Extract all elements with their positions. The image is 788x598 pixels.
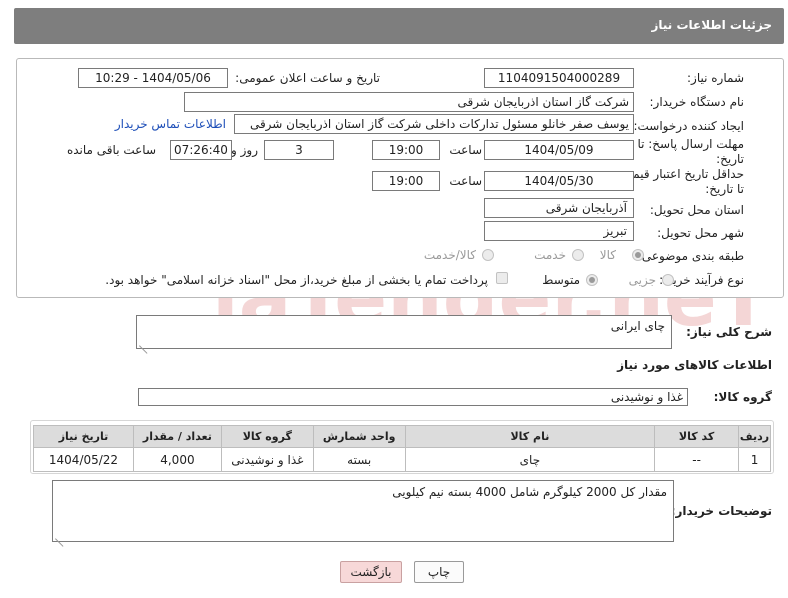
page-header: جزئیات اطلاعات نیاز — [14, 8, 784, 44]
back-button[interactable]: بازگشت — [340, 561, 402, 583]
table-header-row: ردیف کد کالا نام کالا واحد شمارش گروه کا… — [33, 425, 771, 448]
col-header-unit: واحد شمارش — [312, 425, 406, 448]
category-radio-goods-service[interactable] — [482, 249, 494, 261]
page-title: جزئیات اطلاعات نیاز — [651, 18, 772, 32]
announce-datetime-field[interactable]: 1404/05/06 - 10:29 — [78, 68, 228, 88]
category-option-service: خدمت — [534, 248, 566, 262]
cell-item-group: غذا و نوشیدنی — [220, 447, 314, 472]
goods-group-label: گروه کالا: — [713, 390, 772, 404]
col-header-need-date: تاریخ نیاز — [33, 425, 134, 448]
cell-row-number: 1 — [738, 447, 771, 472]
col-header-item-code: کد کالا — [654, 425, 740, 448]
buyer-org-field[interactable]: شرکت گاز استان اذربایجان شرقی — [184, 92, 634, 112]
reply-time-remaining[interactable]: 07:26:40 — [170, 140, 232, 160]
reply-days-remaining[interactable]: 3 — [264, 140, 334, 160]
reply-days-label: روز و — [231, 143, 258, 157]
process-radio-minor[interactable] — [662, 274, 674, 286]
price-validity-date[interactable]: 1404/05/30 — [484, 171, 634, 191]
buyer-notes-label: توضیحات خریدار: — [670, 504, 772, 518]
cell-need-date: 1404/05/22 — [33, 447, 134, 472]
price-validity-time-label: ساعت — [449, 174, 482, 188]
goods-group-field[interactable]: غذا و نوشیدنی — [138, 388, 688, 406]
cell-unit: بسته — [312, 447, 406, 472]
treasury-note: پرداخت تمام یا بخشی از مبلغ خرید،از محل … — [105, 273, 488, 287]
need-number-label: شماره نیاز: — [687, 71, 744, 85]
buyer-notes-textarea[interactable]: مقدار کل 2000 کیلوگرم شامل 4000 بسته نیم… — [52, 480, 674, 542]
category-option-goods: کالا — [599, 248, 616, 262]
delivery-city-label: شهر محل تحویل: — [657, 226, 744, 240]
col-header-item-group: گروه کالا — [220, 425, 314, 448]
col-header-item-name: نام کالا — [404, 425, 656, 448]
table-row[interactable]: 1 -- چای بسته غذا و نوشیدنی 4,000 1404/0… — [33, 447, 771, 472]
category-radio-service[interactable] — [572, 249, 584, 261]
category-radio-goods[interactable] — [632, 249, 644, 261]
reply-deadline-time-label: ساعت — [449, 143, 482, 157]
delivery-province-field[interactable]: آذربایجان شرقی — [484, 198, 634, 218]
announce-datetime-label: تاریخ و ساعت اعلان عمومی: — [235, 71, 380, 85]
reply-deadline-time[interactable]: 19:00 — [372, 140, 440, 160]
summary-label: شرح کلی نیاز: — [686, 325, 772, 339]
requester-field[interactable]: یوسف صفر خانلو مسئول تدارکات داخلی شرکت … — [234, 114, 634, 134]
goods-table: ردیف کد کالا نام کالا واحد شمارش گروه کا… — [33, 425, 771, 472]
process-option-medium: متوسط — [542, 273, 580, 287]
resize-grip-icon[interactable] — [139, 338, 147, 346]
delivery-province-label: استان محل تحویل: — [649, 203, 744, 217]
print-button[interactable]: چاپ — [414, 561, 464, 583]
category-label: طبقه بندی موضوعی: — [637, 249, 744, 263]
process-option-minor: جزیی — [628, 273, 656, 287]
treasury-checkbox[interactable] — [496, 272, 508, 284]
resize-grip-icon[interactable] — [55, 531, 63, 539]
cell-quantity: 4,000 — [132, 447, 222, 472]
buyer-contact-link[interactable]: اطلاعات تماس خریدار — [115, 117, 226, 131]
col-header-row-number: ردیف — [738, 425, 771, 448]
col-header-quantity: تعداد / مقدار — [132, 425, 222, 448]
delivery-city-field[interactable]: تبریز — [484, 221, 634, 241]
buyer-org-label: نام دستگاه خریدار: — [649, 95, 745, 109]
need-number-field[interactable]: 1104091504000289 — [484, 68, 634, 88]
price-validity-time[interactable]: 19:00 — [372, 171, 440, 191]
process-radio-medium[interactable] — [586, 274, 598, 286]
requester-label: ایجاد کننده درخواست: — [633, 119, 744, 133]
cell-item-name: چای — [404, 447, 656, 472]
cell-item-code: -- — [654, 447, 740, 472]
summary-textarea[interactable]: چای ایرانی — [136, 315, 672, 349]
reply-deadline-label: مهلت ارسال پاسخ: تا تاریخ: — [637, 137, 744, 166]
category-option-goods-service: کالا/خدمت — [423, 248, 476, 262]
goods-section-title: اطلاعات کالاهای مورد نیاز — [617, 358, 772, 372]
remaining-time-label: ساعت باقی مانده — [66, 143, 156, 157]
reply-deadline-date[interactable]: 1404/05/09 — [484, 140, 634, 160]
buyer-notes-text: مقدار کل 2000 کیلوگرم شامل 4000 بسته نیم… — [392, 485, 667, 499]
summary-text: چای ایرانی — [610, 319, 665, 333]
